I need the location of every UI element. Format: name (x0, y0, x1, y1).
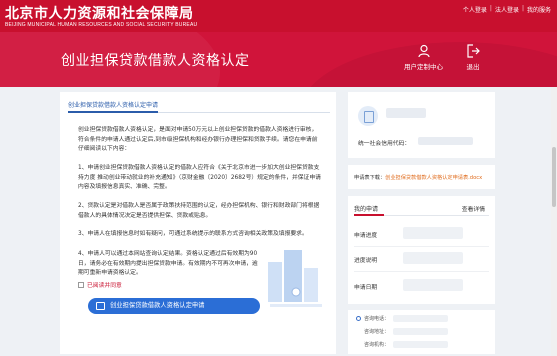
agree-checkbox[interactable] (78, 281, 84, 288)
contact-phone-row: 咨询电话： (356, 315, 389, 322)
redacted-name (386, 108, 426, 118)
view-detail-link[interactable]: 查看详情 (462, 204, 485, 213)
redacted-apply-date (403, 279, 463, 291)
redacted-address (393, 328, 448, 335)
download-row: 申请表下载：创业担保贷款借款人资格认定申请表.docx (354, 174, 482, 181)
logout-button[interactable]: 退出 (466, 44, 480, 71)
apply-date-label: 申请日期 (354, 285, 378, 291)
top-header: 北京市人力资源和社会保障局 BEIJING MUNICIPAL HUMAN RE… (0, 0, 557, 32)
logout-icon (466, 44, 480, 58)
scrollbar[interactable] (551, 87, 557, 356)
download-card: 申请表下载：创业担保贷款借款人资格认定申请表.docx (348, 165, 495, 189)
redacted-credit-code (418, 137, 473, 145)
logout-label: 退出 (466, 63, 480, 71)
section-divider (68, 111, 330, 113)
user-center-icon (404, 44, 443, 58)
agree-checkbox-label: 已阅读并同意 (87, 283, 122, 289)
my-application-title: 我的申请 (354, 206, 379, 213)
row-divider (354, 246, 489, 247)
contact-address-label: 咨询地址： (364, 329, 390, 335)
contact-phone-label: 咨询电话： (364, 316, 390, 322)
contact-card: 咨询电话： 咨询地址： 咨询机构： (348, 310, 495, 354)
page-title: 创业担保贷款借款人资格认定 (61, 53, 250, 69)
rule-paragraph-1: 1、申请创业担保贷款借款人资格认定的借款人应符合《关于北京市进一步加大创业担保贷… (78, 165, 321, 191)
apply-button[interactable]: 创业担保贷款借款人资格认定申请 (88, 298, 260, 314)
apply-button-label: 创业担保贷款借款人资格认定申请 (110, 302, 205, 309)
contact-org-label: 咨询机构： (364, 342, 390, 348)
my-services-link[interactable]: 我的服务 (527, 5, 551, 14)
redacted-progress (403, 227, 463, 239)
user-center-label: 用户定制中心 (404, 63, 443, 71)
download-label: 申请表下载： (354, 175, 386, 181)
building-illustration (268, 250, 322, 307)
scrollbar-thumb[interactable] (552, 147, 556, 207)
banner: 创业担保贷款借款人资格认定 用户定制中心 退出 (0, 32, 557, 87)
redacted-phone (393, 315, 448, 322)
card-divider (354, 214, 489, 216)
section-title: 创业担保贷款借款人资格认定申请 (68, 102, 159, 109)
avatar-icon (358, 106, 378, 126)
progress-note-label: 进度说明 (354, 258, 378, 264)
document-icon (96, 302, 105, 310)
application-card: 创业担保贷款借款人资格认定申请 创业担保贷款借款人资格认定，是面对申请50万元以… (60, 92, 336, 354)
profile-card: 统一社会信用代码： (348, 92, 495, 158)
separator: | (521, 5, 524, 12)
personal-login-link[interactable]: 个人登录 (463, 5, 487, 14)
top-links: 个人登录 | 法人登录 | 我的服务 (463, 5, 551, 14)
credit-code-label: 统一社会信用代码： (358, 141, 411, 147)
progress-label: 申请进度 (354, 233, 378, 239)
site-title: 北京市人力资源和社会保障局 (5, 6, 194, 22)
redacted-progress-note (403, 252, 463, 264)
rule-paragraph-2: 2、贷款认定是对借款人是否属于政策扶持范围的认定，经办担保机构、银行和财政部门将… (78, 203, 320, 219)
site-subtitle: BEIJING MUNICIPAL HUMAN RESOURCES AND SO… (5, 22, 198, 28)
my-application-card: 我的申请 查看详情 申请进度 进度说明 申请日期 (348, 196, 495, 304)
corporate-login-link[interactable]: 法人登录 (495, 5, 519, 14)
row-divider (354, 271, 489, 272)
phone-icon (356, 316, 361, 321)
rule-paragraph-4: 4、申请人可以通过本网站查询认定结果。资格认定通过后有效期为90日，请务必在有效… (78, 251, 258, 277)
redacted-org (393, 341, 448, 348)
intro-paragraph: 创业担保贷款借款人资格认定，是面对申请50万元以上创业担保贷款的借款人资格进行审… (78, 127, 318, 153)
agree-checkbox-row[interactable]: 已阅读并同意 (78, 280, 122, 289)
download-link[interactable]: 创业担保贷款借款人资格认定申请表.docx (385, 175, 482, 181)
separator: | (489, 5, 492, 12)
user-center-button[interactable]: 用户定制中心 (404, 44, 443, 71)
